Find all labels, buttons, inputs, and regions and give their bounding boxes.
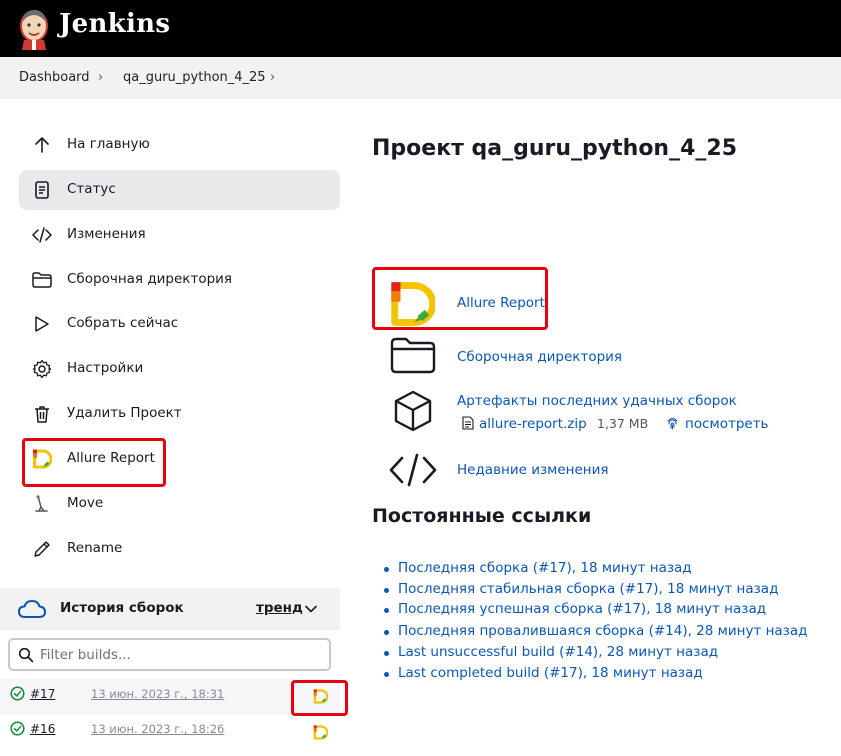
- chevron-right-icon[interactable]: ›: [270, 70, 275, 85]
- permalink-item[interactable]: Last unsuccessful build (#14), 28 минут …: [383, 644, 718, 660]
- top-bar: Jenkins: [0, 0, 841, 57]
- cloud-icon: [18, 600, 46, 618]
- file-icon: [462, 416, 474, 430]
- sidebar-item-label: Настройки: [67, 360, 144, 376]
- sidebar-item-label: Собрать сейчас: [67, 315, 179, 331]
- permalink-item[interactable]: Последняя успешная сборка (#17), 18 мину…: [383, 601, 766, 617]
- workspace-link[interactable]: Сборочная директория: [457, 349, 622, 365]
- sidebar-item-label: Сборочная директория: [67, 271, 233, 287]
- sidebar-item-label: На главную: [67, 136, 150, 152]
- box-icon: [394, 390, 432, 432]
- filter-builds-box[interactable]: [8, 638, 331, 671]
- build-history-header: История сборок тренд: [0, 588, 340, 630]
- recent-changes-link[interactable]: Недавние изменения: [457, 462, 609, 478]
- chevron-down-icon[interactable]: [305, 603, 317, 615]
- sidebar-item-settings[interactable]: Настройки: [19, 349, 340, 389]
- sidebar-item-workspace[interactable]: Сборочная директория: [19, 260, 340, 300]
- permalink-item[interactable]: Последняя сборка (#17), 18 минут назад: [384, 560, 692, 576]
- build-date-link[interactable]: 13 июн. 2023 г., 18:31: [91, 687, 224, 701]
- sidebar-item-label: Изменения: [67, 226, 146, 242]
- success-check-icon: [10, 721, 25, 736]
- jenkins-logo-icon[interactable]: [18, 6, 50, 50]
- permalink-item[interactable]: Последняя стабильная сборка (#17), 18 ми…: [383, 581, 778, 597]
- sidebar-item-home[interactable]: На главную: [19, 125, 340, 165]
- build-row[interactable]: #16 13 июн. 2023 г., 18:26: [0, 716, 340, 752]
- document-icon: [35, 181, 49, 199]
- search-icon: [18, 647, 34, 663]
- code-icon[interactable]: [389, 452, 437, 488]
- move-icon: [35, 495, 48, 512]
- trend-link[interactable]: тренд: [256, 600, 303, 616]
- pencil-icon: [34, 541, 50, 557]
- sidebar-item-move[interactable]: Move: [19, 484, 340, 524]
- sidebar-item-changes[interactable]: Изменения: [19, 215, 340, 255]
- sidebar-item-status[interactable]: Статус: [19, 170, 340, 210]
- build-number-link[interactable]: #17: [30, 687, 55, 701]
- highlight-box: [291, 680, 348, 716]
- fingerprint-icon[interactable]: [666, 416, 679, 430]
- brand-title[interactable]: Jenkins: [59, 9, 170, 39]
- breadcrumb-project[interactable]: qa_guru_python_4_25: [123, 70, 266, 85]
- folder-icon[interactable]: [390, 336, 436, 374]
- play-icon: [35, 316, 49, 332]
- gear-icon: [32, 359, 52, 379]
- breadcrumb: Dashboard › qa_guru_python_4_25 ›: [0, 57, 841, 99]
- sidebar-item-label: Rename: [67, 540, 123, 556]
- permalinks-heading: Постоянные ссылки: [372, 505, 592, 527]
- build-row[interactable]: #17 13 июн. 2023 г., 18:31: [0, 679, 340, 715]
- build-history-title: История сборок: [60, 600, 184, 616]
- breadcrumb-dashboard[interactable]: Dashboard: [19, 70, 90, 85]
- artifact-size: 1,37 MB: [597, 416, 649, 431]
- artifact-view-link[interactable]: посмотреть: [685, 416, 769, 432]
- sidebar-item-rename[interactable]: Rename: [19, 529, 340, 569]
- highlight-box: [372, 267, 548, 330]
- sidebar-item-delete-project[interactable]: Удалить Проект: [19, 394, 340, 434]
- artifact-file-link[interactable]: allure-report.zip: [479, 416, 587, 432]
- chevron-right-icon: ›: [98, 70, 104, 85]
- build-date-link[interactable]: 13 июн. 2023 г., 18:26: [91, 722, 224, 736]
- filter-builds-input[interactable]: [40, 645, 320, 665]
- code-icon: [32, 227, 52, 243]
- sidebar-item-label: Статус: [67, 181, 116, 197]
- folder-icon: [32, 272, 52, 288]
- sidebar-item-build-now[interactable]: Собрать сейчас: [19, 304, 340, 344]
- trash-icon: [35, 406, 49, 423]
- sidebar-item-label: Удалить Проект: [67, 405, 182, 421]
- success-check-icon: [10, 686, 25, 701]
- arrow-up-icon: [35, 137, 49, 153]
- artifacts-link[interactable]: Артефакты последних удачных сборок: [457, 393, 737, 409]
- permalink-item[interactable]: Last completed build (#17), 18 минут наз…: [384, 665, 703, 681]
- highlight-box: [22, 438, 166, 487]
- page-title: Проект qa_guru_python_4_25: [372, 136, 738, 161]
- build-number-link[interactable]: #16: [30, 722, 55, 736]
- permalink-item[interactable]: Последняя провалившаяся сборка (#14), 28…: [383, 623, 807, 639]
- allure-icon[interactable]: [313, 725, 328, 740]
- sidebar-item-label: Move: [67, 495, 104, 511]
